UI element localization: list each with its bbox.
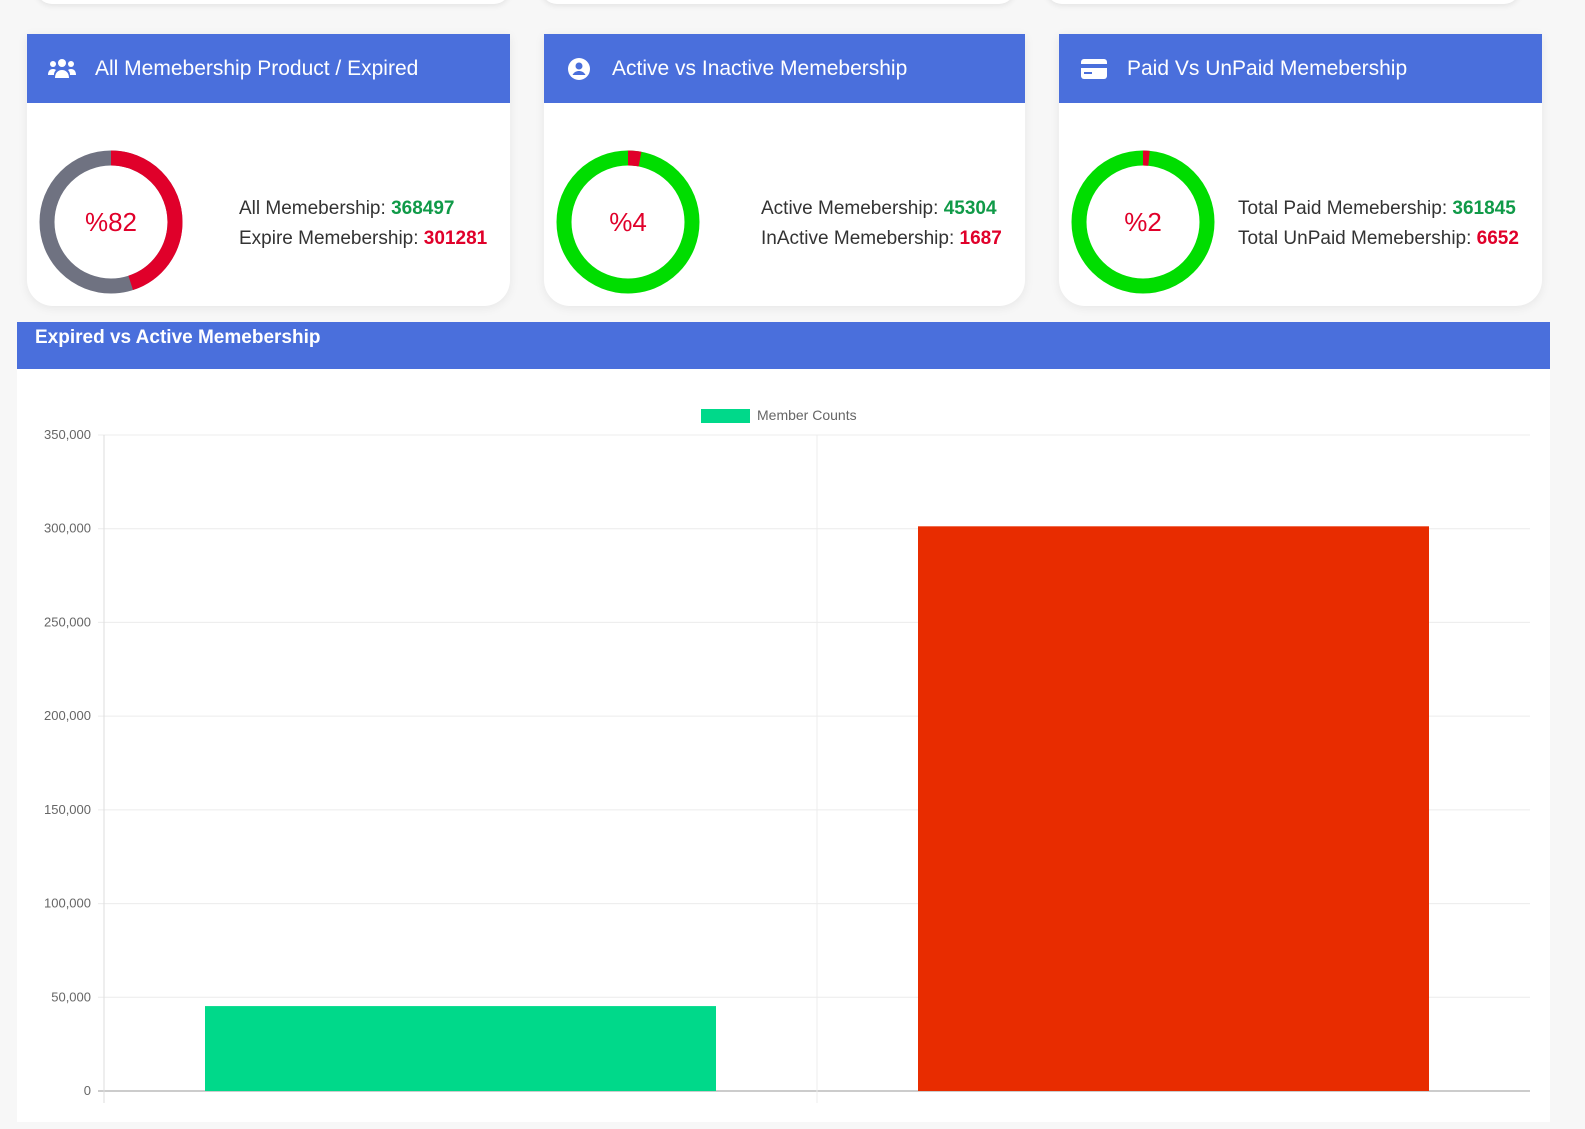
credit-card-icon (1079, 57, 1109, 81)
y-tick-label: 300,000 (44, 521, 91, 536)
stat2-value: 1687 (959, 228, 1002, 249)
y-tick-label: 0 (84, 1083, 91, 1098)
bar-chart: 0 50,000 100,000 150,000 200,000 250,000 300,0… (44, 407, 1530, 1103)
stat2-label: InActive Memebership: (761, 228, 960, 249)
y-tick-label: 50,000 (51, 989, 91, 1004)
y-tick-label: 250,000 (44, 614, 91, 629)
top-card-3 (1046, 0, 1520, 4)
summary-card: Paid Vs UnPaid Memebership %2 Total Paid… (1059, 34, 1542, 306)
card-stats: All Memebership: 368497 Expire Memebersh… (239, 194, 487, 254)
card-stats: Active Memebership: 45304 InActive Memeb… (761, 194, 1002, 254)
bar-expired (918, 526, 1429, 1091)
user-circle-icon (564, 57, 594, 81)
stat1-value: 368497 (391, 198, 455, 219)
card-title: All Memebership Product / Expired (95, 56, 419, 80)
stat1-label: Total Paid Memebership: (1238, 198, 1453, 219)
users-icon (47, 57, 77, 81)
summary-card: Active vs Inactive Memebership %4 Active… (544, 34, 1025, 306)
card-stats: Total Paid Memebership: 361845 Total UnP… (1238, 194, 1519, 254)
panel-title: Expired vs Active Memebership (17, 322, 1550, 369)
stat2-label: Expire Memebership: (239, 228, 424, 249)
y-tick-label: 100,000 (44, 896, 91, 911)
bar-active (205, 1006, 716, 1091)
legend-label: Member Counts (757, 407, 857, 423)
top-card-2 (541, 0, 1015, 4)
donut-percent: %2 (1124, 206, 1162, 237)
card-title: Paid Vs UnPaid Memebership (1127, 56, 1408, 80)
y-tick-label: 350,000 (44, 427, 91, 442)
stat1-value: 45304 (943, 198, 997, 219)
y-tick-label: 150,000 (44, 802, 91, 817)
summary-card: All Memebership Product / Expired %82 Al… (27, 34, 510, 306)
donut-percent: %4 (609, 206, 647, 237)
legend-swatch (701, 409, 750, 423)
top-card-1 (36, 0, 510, 4)
donut-percent: %82 (84, 206, 138, 237)
stat2-value: 301281 (423, 228, 488, 249)
stat1-label: All Memebership: (239, 198, 392, 219)
stat1-value: 361845 (1452, 198, 1516, 219)
card-title: Active vs Inactive Memebership (612, 56, 908, 80)
card-header: Active vs Inactive Memebership (544, 34, 1025, 103)
y-tick-label: 200,000 (44, 708, 91, 723)
card-header: Paid Vs UnPaid Memebership (1059, 34, 1542, 103)
card-header: All Memebership Product / Expired (27, 34, 510, 103)
stat2-label: Total UnPaid Memebership: (1238, 228, 1477, 249)
expired-vs-active-panel: Expired vs Active Memebership 0 50,000 100… (17, 322, 1550, 1122)
stat1-label: Active Memebership: (761, 198, 944, 219)
stat2-value: 6652 (1476, 228, 1519, 249)
